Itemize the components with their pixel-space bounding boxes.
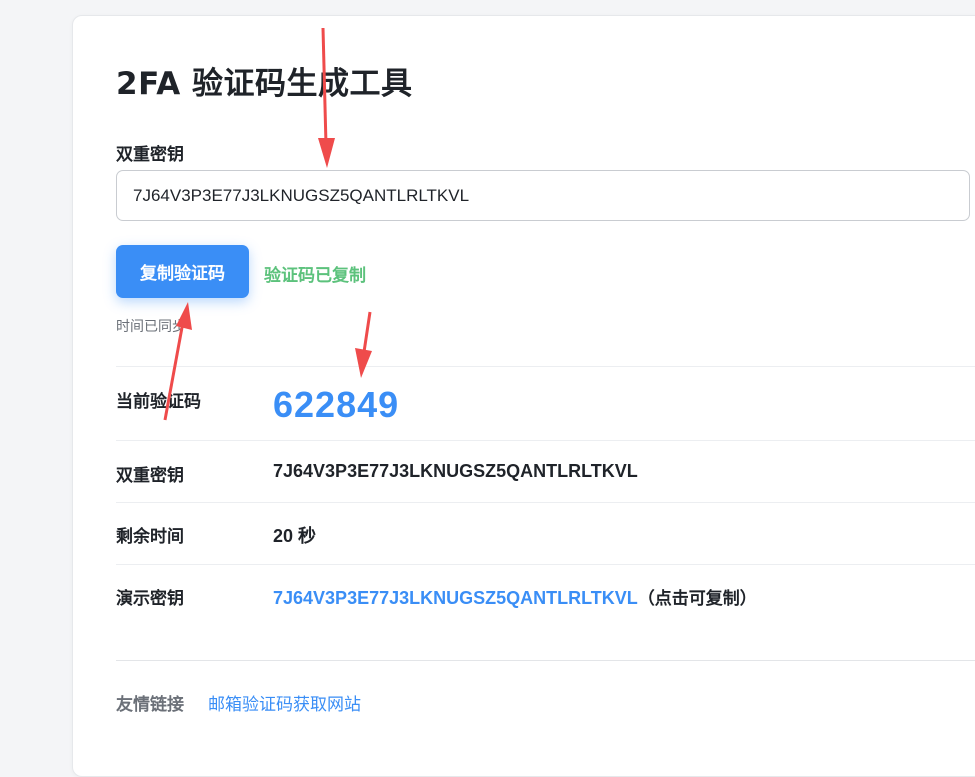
secret-row-value: 7J64V3P3E77J3LKNUGSZ5QANTLRLTKVL [273,461,638,481]
demo-key-link[interactable]: 7J64V3P3E77J3LKNUGSZ5QANTLRLTKVL [273,588,638,608]
remaining-time-value: 20 秒 [273,526,317,546]
current-code-label: 当前验证码 [116,392,201,412]
secret-field-label: 双重密钥 [116,145,184,165]
remaining-time-label: 剩余时间 [116,527,184,547]
copy-code-button[interactable]: 复制验证码 [116,245,249,298]
divider [116,502,975,503]
secret-row-label: 双重密钥 [116,466,184,486]
secret-input[interactable] [116,170,970,221]
current-otp-code: 622849 [273,384,400,425]
demo-key-row: 7J64V3P3E77J3LKNUGSZ5QANTLRLTKVL（点击可复制） [273,584,757,609]
demo-key-hint: （点击可复制） [637,589,757,609]
footer-divider [116,660,975,661]
divider [116,366,975,367]
page-title: 2FA 验证码生成工具 [116,66,413,102]
divider [116,564,975,565]
time-sync-status: 时间已同步 [116,319,186,335]
demo-key-label: 演示密钥 [116,589,184,609]
divider [116,440,975,441]
tool-card [72,15,975,777]
copied-status-message: 验证码已复制 [264,266,366,286]
friend-links-label: 友情链接 [116,695,184,715]
friend-link-email-code[interactable]: 邮箱验证码获取网站 [208,690,361,715]
